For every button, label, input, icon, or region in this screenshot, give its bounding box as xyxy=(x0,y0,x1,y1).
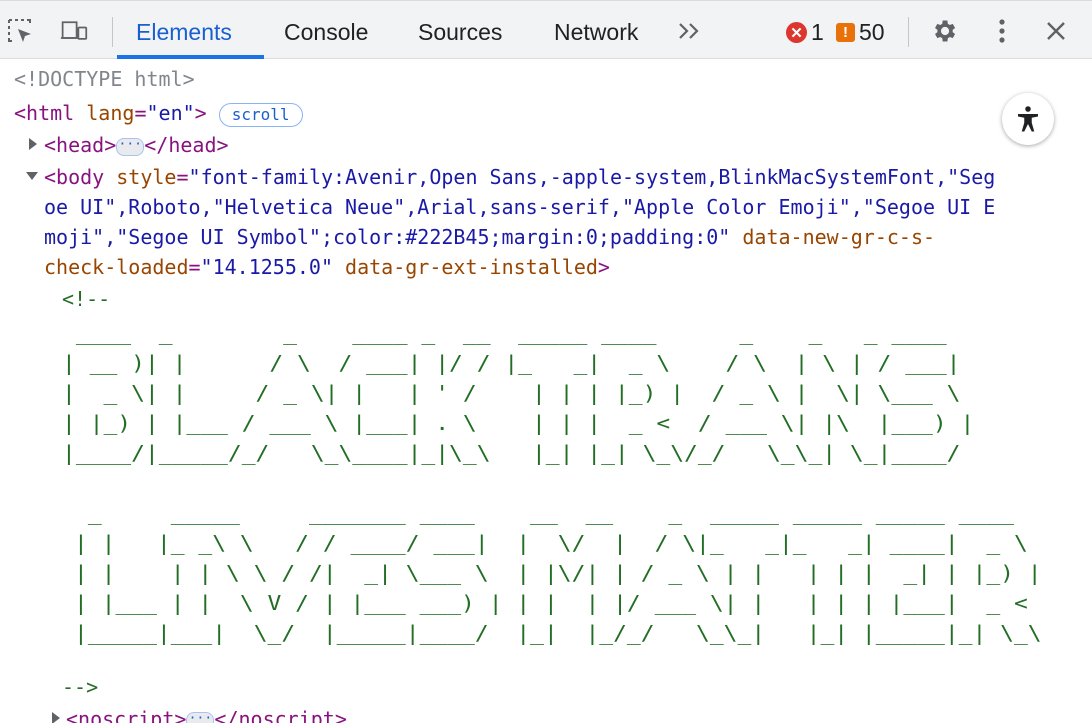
error-count: 1 xyxy=(811,19,824,45)
body-attr-gr-check: data-new-gr-c-s- xyxy=(742,225,936,249)
ascii-art-lives-matter: _ _____ _______ ____ __ __ _ _____ _____… xyxy=(74,501,1042,645)
doctype-node[interactable]: <!DOCTYPE html> xyxy=(14,64,195,94)
body-attrs-line-2: check-loaded="14.1255.0" data-gr-ext-ins… xyxy=(44,255,610,279)
toolbar-divider xyxy=(112,17,113,47)
accessibility-tree-button[interactable] xyxy=(1002,93,1054,145)
chevron-double-right-icon[interactable] xyxy=(676,17,704,45)
error-counter[interactable]: ✕ 1 xyxy=(786,19,824,46)
error-icon: ✕ xyxy=(786,22,807,43)
head-node[interactable]: <head> ··· </head> xyxy=(44,130,229,160)
gear-icon[interactable] xyxy=(930,17,958,45)
body-style-value-3: moji","Segoe UI Symbol";color:#222B45;ma… xyxy=(44,225,731,249)
dom-tree: <!DOCTYPE html> <html lang="en"> scroll … xyxy=(0,60,1092,723)
warning-count: 50 xyxy=(859,19,885,45)
head-close-tag: </head> xyxy=(144,133,229,157)
body-attr-gr-ext: data-gr-ext-installed xyxy=(345,255,598,279)
tab-network[interactable]: Network xyxy=(554,19,638,46)
body-attr-gr-check-2: check-loaded xyxy=(44,255,189,279)
html-close-bracket: > xyxy=(194,101,207,125)
comment-close: --> xyxy=(62,675,99,699)
active-tab-indicator xyxy=(117,55,264,59)
tab-elements[interactable]: Elements xyxy=(136,19,232,46)
body-attr-gr-check-value: "14.1255.0" xyxy=(200,255,333,279)
warning-counter[interactable]: ! 50 xyxy=(836,19,885,46)
body-close-bracket: > xyxy=(597,255,610,279)
noscript-close-tag: </noscript> xyxy=(214,707,347,723)
noscript-open-tag: <noscript> xyxy=(66,707,187,723)
html-attr-value: "en" xyxy=(146,101,195,125)
noscript-node[interactable]: <noscript> ··· </noscript> xyxy=(66,704,347,723)
ellipsis-button[interactable]: ··· xyxy=(116,137,145,156)
ascii-art-black-trans: ____ _ _ ____ _ __ _____ ____ _ _ _ ____… xyxy=(62,321,975,465)
more-options-icon[interactable] xyxy=(988,17,1016,45)
body-style-value-1: "font-family:Avenir,Open Sans,-apple-sys… xyxy=(188,165,996,189)
tab-console[interactable]: Console xyxy=(284,19,368,46)
accessibility-icon xyxy=(1018,106,1038,132)
devtools-toolbar: Elements Console Sources Network ✕ 1 ! 5… xyxy=(0,0,1092,59)
body-node[interactable]: <body style="font-family:Avenir,Open San… xyxy=(44,162,995,192)
warning-icon: ! xyxy=(836,23,855,42)
expand-triangle-icon[interactable] xyxy=(52,712,60,723)
html-tag: <html xyxy=(14,101,75,125)
expand-triangle-icon[interactable] xyxy=(29,138,37,150)
body-style-attr: style xyxy=(116,165,177,189)
collapse-triangle-icon[interactable] xyxy=(26,172,38,180)
tab-sources[interactable]: Sources xyxy=(418,19,502,46)
toolbar-divider xyxy=(908,17,909,47)
body-style-value-2: oe UI",Roboto,"Helvetica Neue",Arial,san… xyxy=(44,195,996,219)
inspect-element-icon[interactable] xyxy=(6,17,34,45)
comment-open[interactable]: <!-- xyxy=(62,284,110,314)
body-open-tag: <body xyxy=(44,165,105,189)
ellipsis-button[interactable]: ··· xyxy=(186,711,215,723)
html-node[interactable]: <html lang="en"> scroll xyxy=(14,98,303,128)
close-icon[interactable] xyxy=(1042,17,1070,45)
html-attr-name: lang xyxy=(86,101,135,125)
scroll-badge[interactable]: scroll xyxy=(218,102,303,127)
head-open-tag: <head> xyxy=(44,133,117,157)
body-attrs-line: moji","Segoe UI Symbol";color:#222B45;ma… xyxy=(44,222,935,252)
device-toolbar-icon[interactable] xyxy=(60,17,88,45)
